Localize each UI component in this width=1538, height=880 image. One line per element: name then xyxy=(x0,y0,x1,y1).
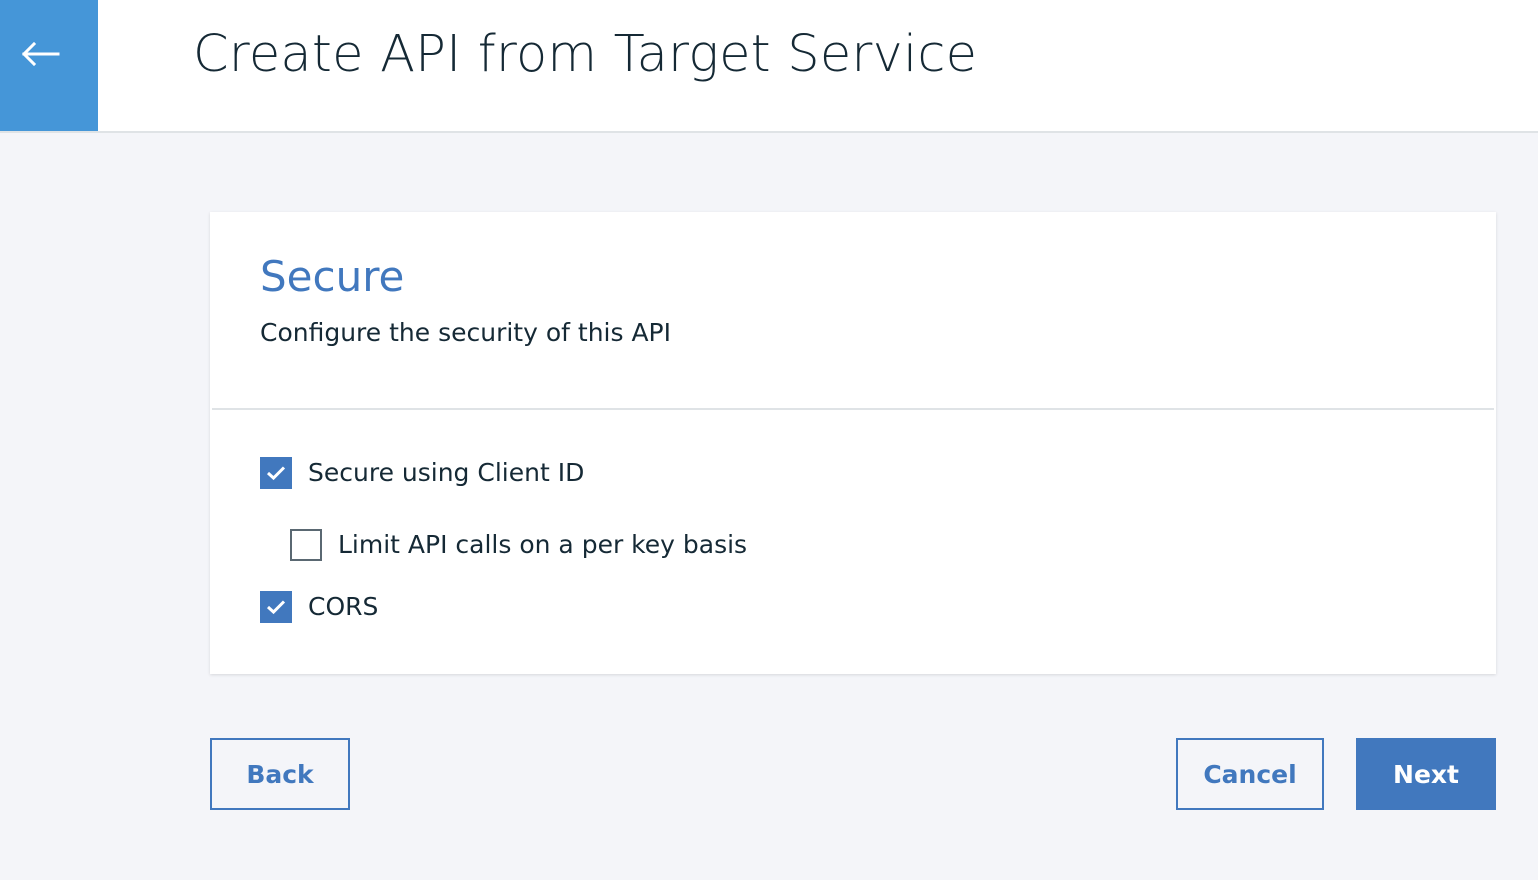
page-header: Create API from Target Service xyxy=(0,0,1538,133)
back-nav-button[interactable] xyxy=(0,0,98,131)
limit-api-calls-checkbox[interactable] xyxy=(290,529,322,561)
option-cors[interactable]: CORS xyxy=(260,590,378,624)
option-limit-api-calls[interactable]: Limit API calls on a per key basis xyxy=(290,528,747,562)
divider xyxy=(212,408,1494,410)
secure-client-id-label: Secure using Client ID xyxy=(308,458,585,487)
secure-card: Secure Configure the security of this AP… xyxy=(210,212,1496,674)
cancel-button[interactable]: Cancel xyxy=(1176,738,1324,810)
checkmark-icon xyxy=(266,466,286,481)
limit-api-calls-label: Limit API calls on a per key basis xyxy=(338,530,748,559)
checkmark-icon xyxy=(266,600,286,615)
cors-label: CORS xyxy=(308,592,379,621)
page-title: Create API from Target Service xyxy=(193,25,978,84)
cors-checkbox[interactable] xyxy=(260,591,292,623)
next-button[interactable]: Next xyxy=(1356,738,1496,810)
card-title: Secure xyxy=(260,252,405,301)
arrow-left-icon xyxy=(21,41,60,66)
back-button[interactable]: Back xyxy=(210,738,350,810)
option-secure-client-id[interactable]: Secure using Client ID xyxy=(260,456,584,490)
secure-client-id-checkbox[interactable] xyxy=(260,457,292,489)
card-subtitle: Configure the security of this API xyxy=(260,318,672,347)
